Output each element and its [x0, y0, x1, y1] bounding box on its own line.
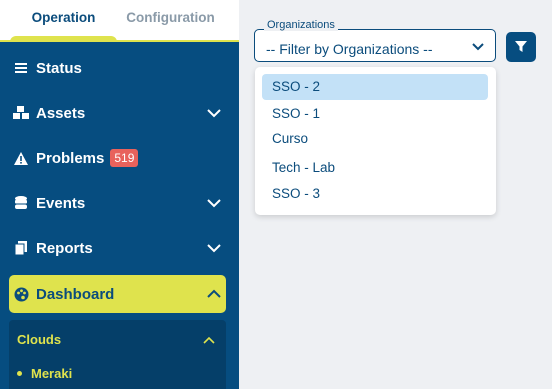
nav-item-reports[interactable]: Reports — [9, 229, 226, 267]
nav-item-assets-label: Assets — [36, 104, 86, 122]
nav-item-status-label: Status — [36, 59, 82, 77]
chevron-up-icon[interactable] — [202, 333, 216, 347]
nav-item-dashboard-label: Dashboard — [36, 285, 115, 303]
organizations-select-value: -- Filter by Organizations -- — [266, 41, 433, 57]
chevron-down-icon — [472, 43, 484, 51]
dropdown-option[interactable]: Tech - Lab — [262, 155, 488, 181]
nav-item-problems-label: Problems — [36, 149, 105, 167]
nav-item-events[interactable]: Events — [9, 184, 226, 222]
nav-item-reports-label: Reports — [36, 239, 93, 257]
filter-button[interactable] — [506, 32, 536, 62]
chevron-down-icon — [207, 109, 221, 118]
chevron-up-icon — [207, 289, 221, 298]
cubes-icon — [12, 106, 30, 120]
chevron-down-icon — [207, 244, 221, 253]
sidebar-tabs: Operation Configuration — [0, 0, 239, 42]
chevron-down-icon — [207, 199, 221, 208]
tabs-divider — [0, 40, 239, 42]
nav-item-assets[interactable]: Assets — [9, 94, 226, 132]
tab-configuration[interactable]: Configuration — [117, 0, 224, 42]
nav-item-status[interactable]: Status — [9, 49, 226, 87]
sidebar: Operation Configuration Status Assets Pr… — [0, 0, 239, 389]
dropdown-option[interactable]: SSO - 2 — [262, 74, 488, 100]
warning-icon — [12, 151, 30, 165]
tab-operation-label: Operation — [31, 10, 96, 25]
palette-icon — [12, 287, 30, 302]
nav-item-dashboard[interactable]: Dashboard — [9, 275, 226, 313]
submenu-item-meraki[interactable]: Meraki — [17, 366, 72, 381]
organizations-select-label: Organizations — [264, 19, 338, 31]
nav-item-problems[interactable]: Problems 519 — [9, 139, 226, 177]
tab-operation[interactable]: Operation — [10, 0, 117, 42]
list-icon — [12, 62, 30, 74]
dropdown-option[interactable]: SSO - 3 — [262, 181, 488, 207]
database-icon — [12, 196, 30, 210]
dropdown-option[interactable]: SSO - 1 — [262, 101, 488, 127]
filter-icon — [515, 41, 527, 52]
bullet-icon — [17, 371, 22, 376]
organizations-dropdown: SSO - 2 SSO - 1 Curso Tech - Lab SSO - 3 — [255, 67, 496, 215]
submenu-item-meraki-label: Meraki — [31, 366, 73, 381]
problems-count-badge: 519 — [110, 149, 139, 167]
dropdown-option[interactable]: Curso — [262, 126, 488, 152]
tab-configuration-label: Configuration — [126, 10, 215, 25]
submenu-clouds-header[interactable]: Clouds — [17, 332, 61, 347]
nav-item-events-label: Events — [36, 194, 86, 212]
copy-icon — [12, 241, 30, 255]
organizations-select[interactable]: -- Filter by Organizations -- — [254, 29, 496, 62]
dashboard-submenu: Clouds Meraki — [9, 320, 226, 389]
